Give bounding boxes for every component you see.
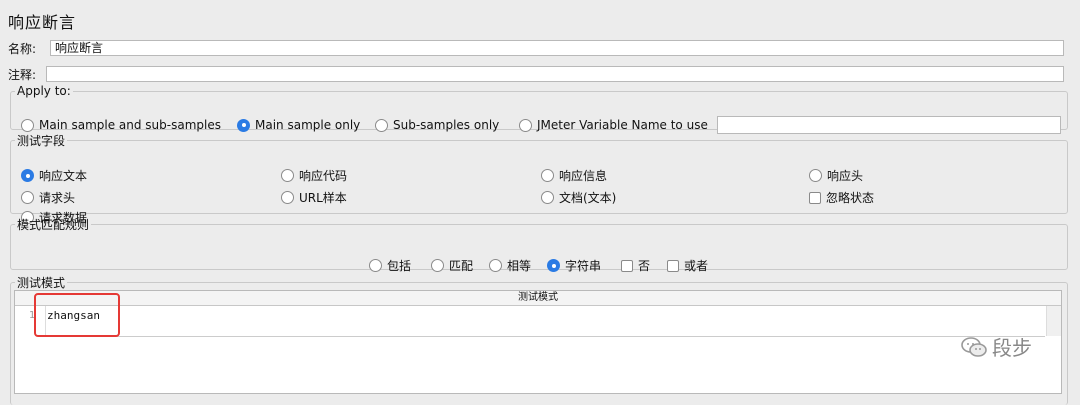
radio-response-message[interactable]: 响应信息 (541, 167, 607, 184)
radio-circle-selected (237, 118, 250, 132)
radio-circle (21, 191, 34, 204)
radio-sub-only[interactable]: Sub-samples only (375, 118, 499, 132)
radio-circle (489, 259, 502, 272)
test-field-group: 测试字段 响应文本 响应代码 响应信息 响应头 请求头 URL样本 文档(文本)… (10, 132, 1068, 225)
wechat-icon (961, 336, 987, 357)
radio-circle (519, 118, 532, 132)
pattern-rule-legend: 模式匹配规则 (17, 218, 90, 232)
radio-circle (21, 118, 34, 132)
checkbox-ignore-status[interactable]: 忽略状态 (809, 189, 874, 206)
radio-document-text[interactable]: 文档(文本) (541, 189, 616, 206)
radio-circle (541, 191, 554, 204)
pattern-row[interactable] (45, 306, 1045, 337)
comment-label: 注释: (8, 68, 37, 82)
name-row: 名称: (8, 40, 36, 57)
radio-substring[interactable]: 字符串 (547, 257, 601, 274)
radio-response-headers[interactable]: 响应头 (809, 167, 863, 184)
radio-equals[interactable]: 相等 (489, 257, 531, 274)
checkbox-box (667, 259, 679, 272)
comment-field[interactable] (46, 66, 1064, 82)
radio-request-headers[interactable]: 请求头 (21, 189, 75, 206)
vertical-scrollbar[interactable] (1046, 306, 1061, 336)
radio-circle-selected (547, 259, 560, 272)
patterns-column-header: 测试模式 (15, 291, 1061, 306)
checkbox-not[interactable]: 否 (621, 257, 650, 274)
radio-url-sample[interactable]: URL样本 (281, 189, 347, 206)
radio-circle (281, 169, 294, 182)
radio-circle (541, 169, 554, 182)
apply-to-legend: Apply to: (17, 84, 71, 98)
radio-circle-selected (21, 169, 34, 182)
radio-circle (375, 118, 388, 132)
test-patterns-legend: 测试模式 (17, 276, 66, 290)
radio-circle (809, 169, 822, 182)
checkbox-or[interactable]: 或者 (667, 257, 708, 274)
radio-circle (281, 191, 294, 204)
radio-main-only[interactable]: Main sample only (237, 118, 360, 132)
highlight-annotation (34, 293, 120, 337)
radio-response-code[interactable]: 响应代码 (281, 167, 347, 184)
apply-to-group: Apply to: Main sample and sub-samples Ma… (10, 84, 1068, 134)
page-title: 响应断言 (8, 13, 77, 32)
radio-jmeter-var[interactable]: JMeter Variable Name to use (519, 118, 708, 132)
radio-contains[interactable]: 包括 (369, 257, 411, 274)
test-field-legend: 测试字段 (17, 134, 66, 148)
radio-matches[interactable]: 匹配 (431, 257, 473, 274)
radio-circle (369, 259, 382, 272)
name-label: 名称: (8, 42, 37, 56)
name-field[interactable]: 响应断言 (50, 40, 1064, 56)
radio-main-and-sub[interactable]: Main sample and sub-samples (21, 118, 221, 132)
watermark-text: 段步 (992, 336, 1032, 360)
pattern-rule-group: 模式匹配规则 包括 匹配 相等 字符串 否 或者 (10, 216, 1068, 273)
comment-row: 注释: (8, 66, 36, 83)
watermark: 段步 (960, 332, 1032, 361)
checkbox-box (621, 259, 633, 272)
patterns-table[interactable]: 测试模式 1 zhangsan (14, 290, 1062, 394)
radio-response-text[interactable]: 响应文本 (21, 167, 87, 184)
radio-circle (431, 259, 444, 272)
checkbox-box (809, 191, 821, 204)
